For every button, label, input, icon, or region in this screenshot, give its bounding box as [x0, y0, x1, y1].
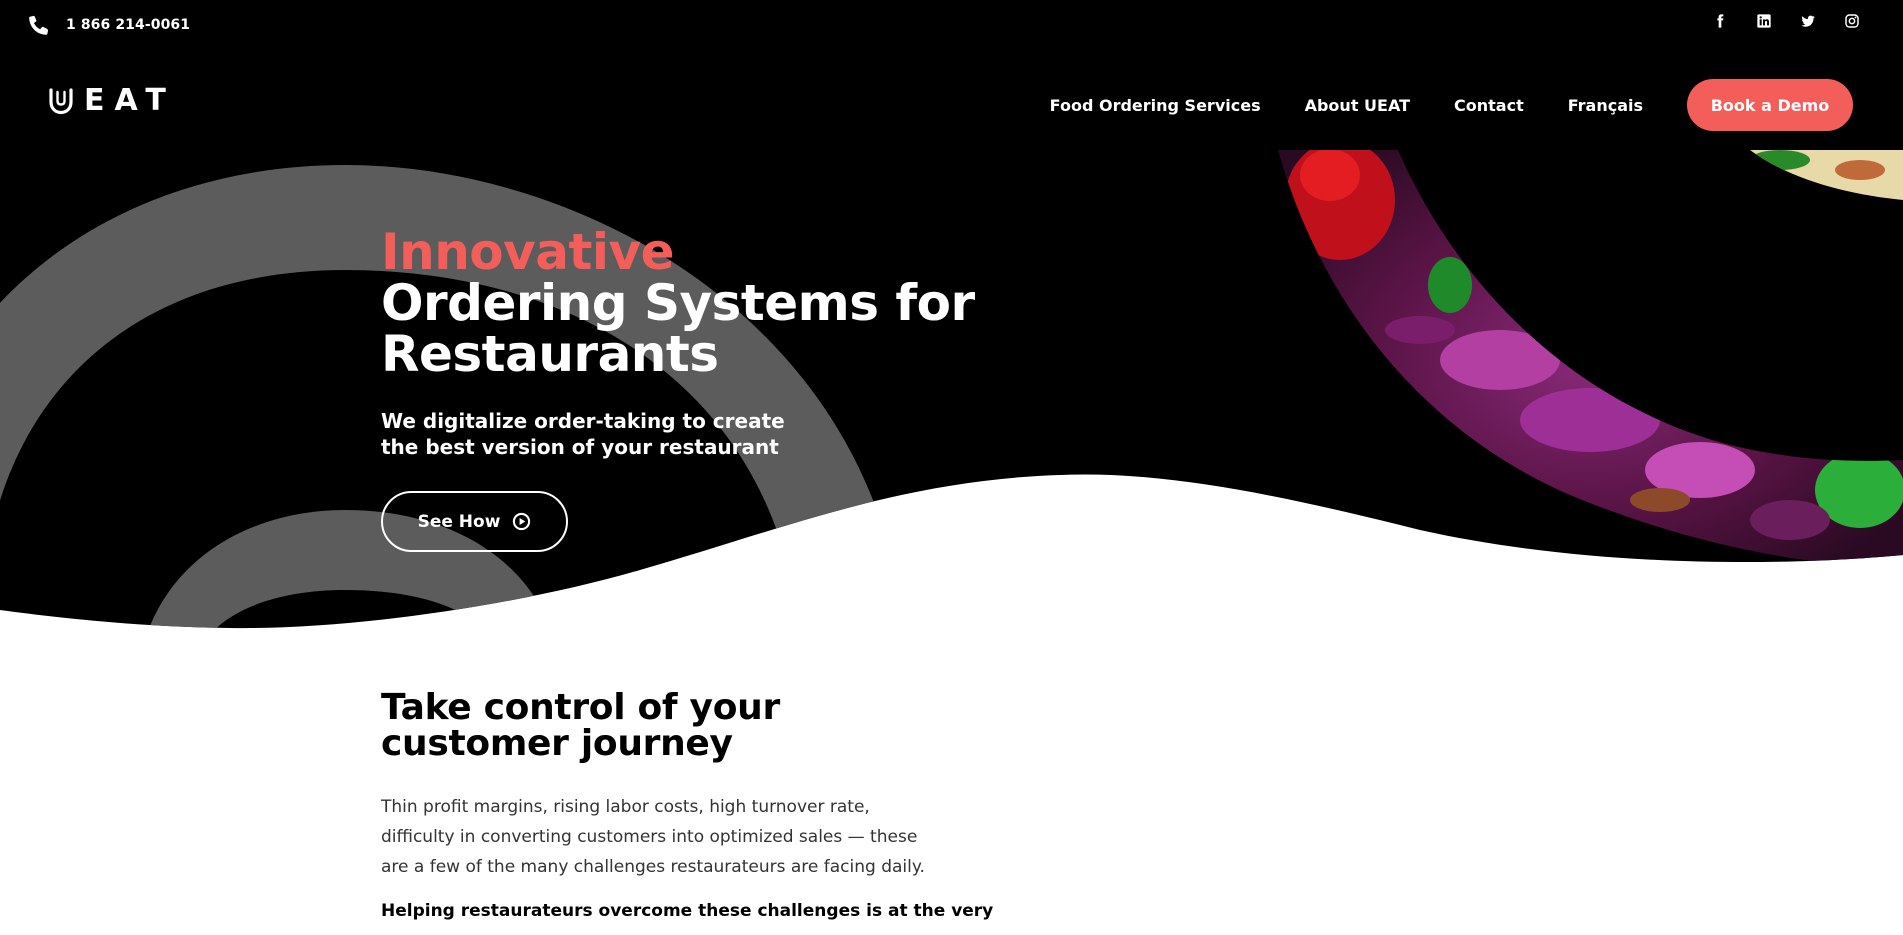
nav-language-switch[interactable]: Français — [1568, 96, 1643, 115]
u-logo-icon — [48, 87, 74, 115]
nav-contact[interactable]: Contact — [1454, 96, 1524, 115]
hero-headline: Ordering Systems for Restaurants — [381, 274, 975, 383]
hero-content: Innovative Ordering Systems for Restaura… — [381, 226, 981, 552]
section-bold-line: Helping restaurateurs overcome these cha… — [381, 901, 994, 921]
phone-contact[interactable]: 1 866 214-0061 — [28, 14, 190, 36]
phone-icon — [28, 14, 50, 36]
facebook-icon[interactable] — [1705, 10, 1735, 32]
linkedin-icon[interactable] — [1749, 10, 1779, 32]
see-how-button[interactable]: See How — [381, 491, 568, 552]
nav-about-ueat[interactable]: About UEAT — [1305, 96, 1410, 115]
see-how-label: See How — [417, 511, 501, 532]
page: 1 866 214-0061 EAT Food Ordering Service… — [0, 0, 1903, 935]
section-body: Thin profit margins, rising labor costs,… — [381, 797, 925, 877]
social-links — [1705, 10, 1867, 32]
hero-headline-accent: Innovative — [381, 223, 675, 281]
main-navigation: Food Ordering Services About UEAT Contac… — [1050, 79, 1853, 131]
logo-text: EAT — [84, 83, 176, 118]
instagram-icon[interactable] — [1837, 10, 1867, 32]
intro-section: Take control of your customer journey Th… — [381, 687, 994, 926]
site-logo[interactable]: EAT — [48, 86, 176, 116]
hero-subtitle: We digitalize order-taking to create the… — [381, 409, 785, 459]
phone-number[interactable]: 1 866 214-0061 — [66, 17, 190, 33]
book-demo-button[interactable]: Book a Demo — [1687, 79, 1853, 131]
play-circle-icon — [512, 512, 531, 531]
top-bar: 1 866 214-0061 — [0, 0, 1903, 54]
nav-food-ordering-services[interactable]: Food Ordering Services — [1050, 96, 1261, 115]
twitter-icon[interactable] — [1793, 10, 1823, 32]
section-title: Take control of your customer journey — [381, 687, 780, 764]
